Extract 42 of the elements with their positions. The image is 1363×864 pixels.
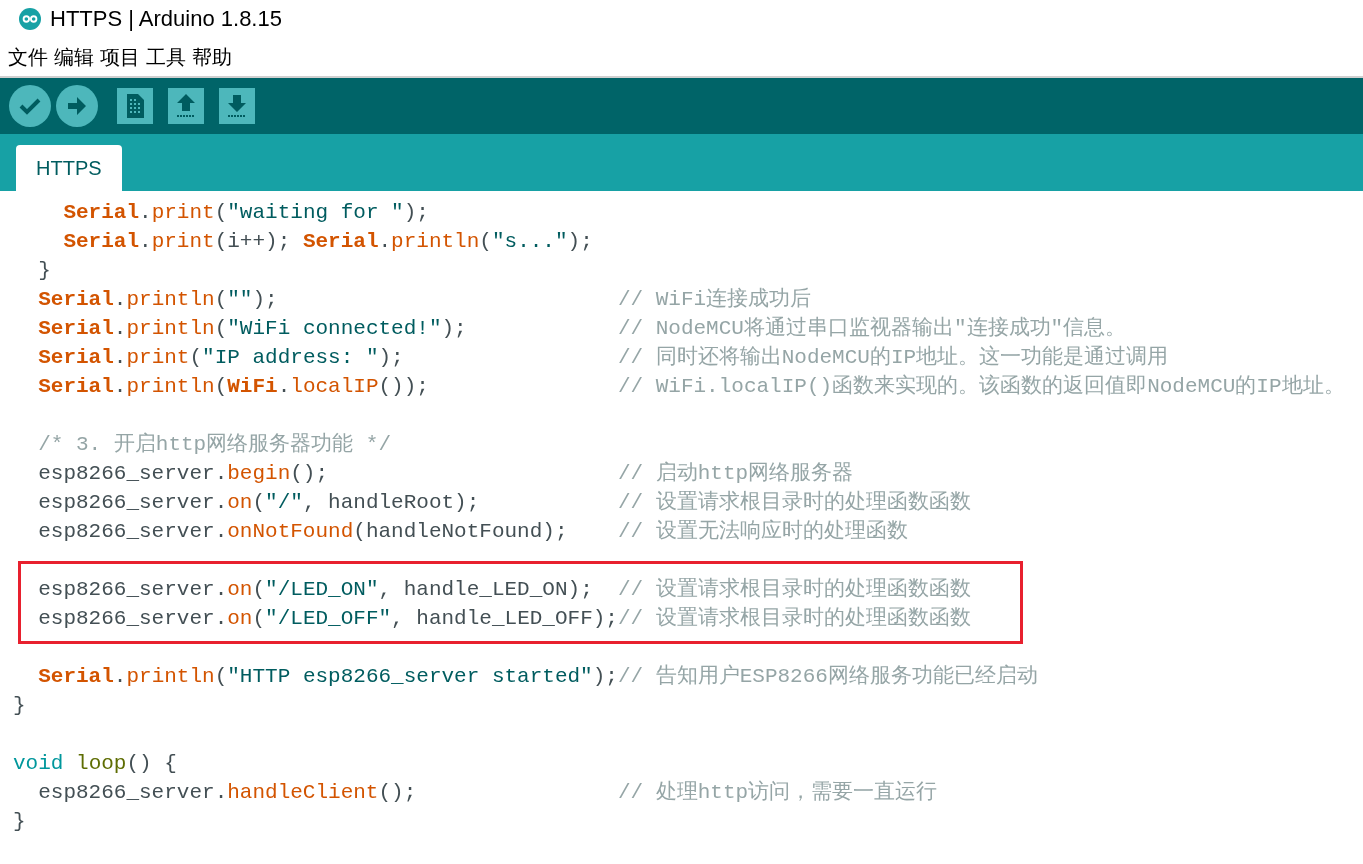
code-line: } — [13, 693, 27, 719]
code-comment: // 设置请求根目录时的处理函数函数 — [617, 576, 971, 603]
code-comment: // 处理http访问，需要一直运行 — [617, 779, 938, 806]
code-line: esp8266_server.begin(); — [37, 461, 330, 487]
code-line: void loop() { — [13, 751, 178, 777]
code-line: Serial.println(""); — [37, 287, 279, 313]
menu-item[interactable]: 编辑 — [54, 43, 94, 71]
upload-button[interactable] — [56, 85, 98, 127]
code-comment: // 同时还将输出NodeMCU的IP地址。这一功能是通过调用 — [617, 344, 1169, 371]
app-logo-icon — [19, 8, 41, 30]
code-comment: // WiFi.localIP()函数来实现的。该函数的返回值即NodeMCU的IP地址。 — [617, 373, 1345, 400]
open-button[interactable] — [168, 88, 204, 124]
code-line: Serial.println("WiFi connected!"); — [37, 316, 468, 342]
code-comment: // 启动http网络服务器 — [617, 460, 854, 487]
code-line: esp8266_server.on("/LED_OFF", handle_LED_OFF); — [37, 606, 618, 632]
code-line: esp8266_server.onNotFound(handleNotFound); — [37, 519, 569, 545]
save-button[interactable] — [219, 88, 255, 124]
code-comment: // NodeMCU将通过串口监视器输出"连接成功"信息。 — [617, 315, 1127, 342]
menu-item[interactable]: 帮助 — [192, 43, 232, 71]
code-line: esp8266_server.on("/LED_ON", handle_LED_ON); — [37, 577, 594, 603]
code-line: Serial.println(WiFi.localIP()); — [37, 374, 430, 400]
code-comment: // 告知用户ESP8266网络服务功能已经启动 — [617, 663, 1038, 690]
menu-item[interactable]: 工具 — [146, 43, 186, 71]
code-comment: // WiFi连接成功后 — [617, 286, 812, 313]
code-line: } — [13, 809, 27, 835]
code-comment: // 设置请求根目录时的处理函数函数 — [617, 605, 971, 632]
code-comment: // 设置请求根目录时的处理函数函数 — [617, 489, 971, 516]
code-line: Serial.print(i++); Serial.println("s..."); — [62, 229, 594, 255]
code-line: Serial.print("waiting for "); — [62, 200, 430, 226]
code-line: Serial.print("IP address: "); — [37, 345, 405, 371]
code-comment: // 设置无法响应时的处理函数 — [617, 518, 908, 545]
code-line: Serial.println("HTTP esp8266_server started"); — [37, 664, 618, 690]
file-tab[interactable]: HTTPS — [16, 145, 122, 191]
new-sketch-button[interactable] — [117, 88, 153, 124]
code-line: esp8266_server.on("/", handleRoot); — [37, 490, 481, 516]
verify-button[interactable] — [9, 85, 51, 127]
code-line: /* 3. 开启http网络服务器功能 */ — [37, 431, 393, 458]
code-line: } — [37, 258, 52, 284]
window-title: HTTPS | Arduino 1.8.15 — [50, 6, 282, 32]
code-line: esp8266_server.handleClient(); — [37, 780, 418, 806]
menu-item[interactable]: 文件 — [8, 43, 48, 71]
menu-item[interactable]: 项目 — [100, 43, 140, 71]
